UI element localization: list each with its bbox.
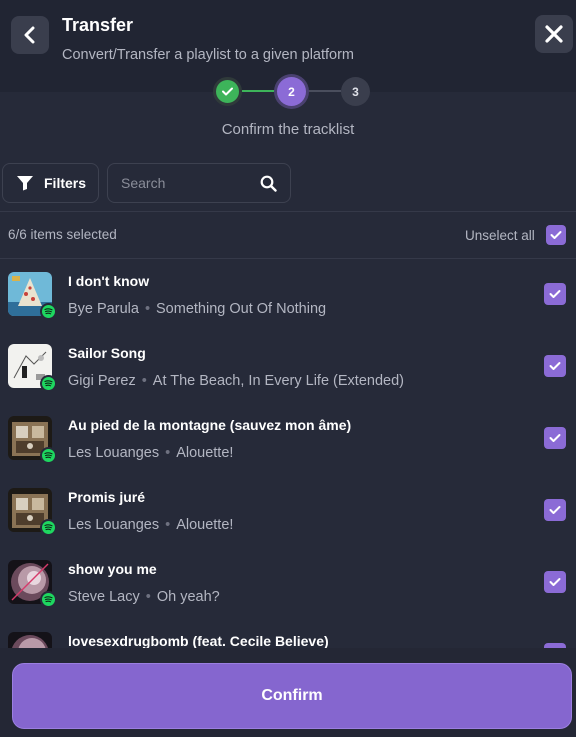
track-row[interactable]: show you me Steve Lacy • Oh yeah? [0, 547, 576, 619]
check-icon [549, 434, 561, 442]
track-artist: Les Louanges [68, 445, 160, 461]
step-1-done [213, 77, 242, 106]
step-2-active: 2 [277, 77, 306, 106]
track-album: Oh yeah? [156, 589, 220, 605]
check-icon [222, 87, 233, 96]
filters-label: Filters [44, 175, 87, 191]
confirm-button[interactable]: Confirm [12, 663, 572, 729]
search-input[interactable] [121, 164, 251, 202]
track-album: Something Out Of Nothing [156, 301, 327, 317]
track-row[interactable]: Sailor Song Gigi Perez • At The Beach, In … [0, 331, 576, 403]
track-subtitle: Les Louanges • Alouette! [68, 445, 233, 461]
track-subtitle: Bye Parula • Something Out Of Nothing [68, 301, 326, 317]
separator-dot: • [144, 301, 151, 317]
track-subtitle: Gigi Perez • At The Beach, In Every Life (… [68, 373, 404, 389]
track-row[interactable]: I don't know Bye Parula • Something Out Of… [0, 259, 576, 331]
spotify-icon [40, 303, 57, 320]
page-title: Transfer [62, 15, 134, 35]
divider [0, 211, 576, 212]
back-button[interactable] [11, 16, 49, 54]
track-title: Sailor Song [68, 345, 146, 361]
track-artist: Gigi Perez [68, 373, 136, 389]
check-icon [549, 362, 561, 370]
track-title: Promis juré [68, 489, 146, 505]
spotify-icon [40, 375, 57, 392]
stepper-line-complete [242, 90, 277, 92]
search-button[interactable] [260, 175, 277, 197]
separator-dot: • [165, 517, 171, 533]
selected-count: 6/6 items selected [8, 227, 117, 242]
check-icon [549, 290, 561, 298]
step-caption: Confirm the tracklist [221, 121, 355, 138]
unselect-all-label[interactable]: Unselect all [465, 228, 535, 243]
track-checkbox[interactable] [544, 571, 566, 593]
track-artist: Bye Parula [68, 301, 139, 317]
track-title: Au pied de la montagne (sauvez mon âme) [68, 417, 352, 433]
track-row[interactable]: Promis juré Les Louanges • Alouette! [0, 475, 576, 547]
track-album: At The Beach, In Every Life (Extended) [152, 373, 404, 389]
track-album: Alouette! [176, 517, 234, 533]
search-box[interactable] [107, 163, 291, 203]
check-icon [549, 506, 561, 514]
select-all-checkbox[interactable] [546, 225, 566, 245]
filter-icon [17, 176, 33, 191]
page-subtitle: Convert/Transfer a playlist to a given p… [62, 47, 355, 63]
check-icon [550, 231, 562, 239]
track-title: show you me [68, 561, 157, 577]
close-button[interactable] [535, 15, 573, 53]
spotify-icon [40, 519, 57, 536]
track-checkbox[interactable] [544, 355, 566, 377]
spotify-icon [40, 591, 57, 608]
stepper-line-pending [306, 90, 341, 92]
track-title: I don't know [68, 273, 150, 289]
step-3-upcoming: 3 [341, 77, 370, 106]
filters-button[interactable]: Filters [2, 163, 99, 203]
track-checkbox[interactable] [544, 283, 566, 305]
track-checkbox[interactable] [544, 499, 566, 521]
close-icon [545, 25, 563, 43]
chevron-left-icon [24, 26, 35, 44]
track-title: lovesexdrugbomb (feat. Cecile Believe) [68, 633, 329, 649]
spotify-icon [40, 447, 57, 464]
track-subtitle: Les Louanges • Alouette! [68, 517, 233, 533]
stepper: 2 3 [213, 77, 370, 106]
track-subtitle: Steve Lacy • Oh yeah? [68, 589, 220, 605]
track-checkbox[interactable] [544, 427, 566, 449]
separator-dot: • [141, 373, 147, 389]
track-artist: Les Louanges [68, 517, 160, 533]
track-artist: Steve Lacy [68, 589, 140, 605]
search-icon [260, 175, 277, 192]
track-row[interactable]: Au pied de la montagne (sauvez mon âme) … [0, 403, 576, 475]
separator-dot: • [165, 445, 171, 461]
track-album: Alouette! [176, 445, 234, 461]
check-icon [549, 578, 561, 586]
separator-dot: • [145, 589, 151, 605]
